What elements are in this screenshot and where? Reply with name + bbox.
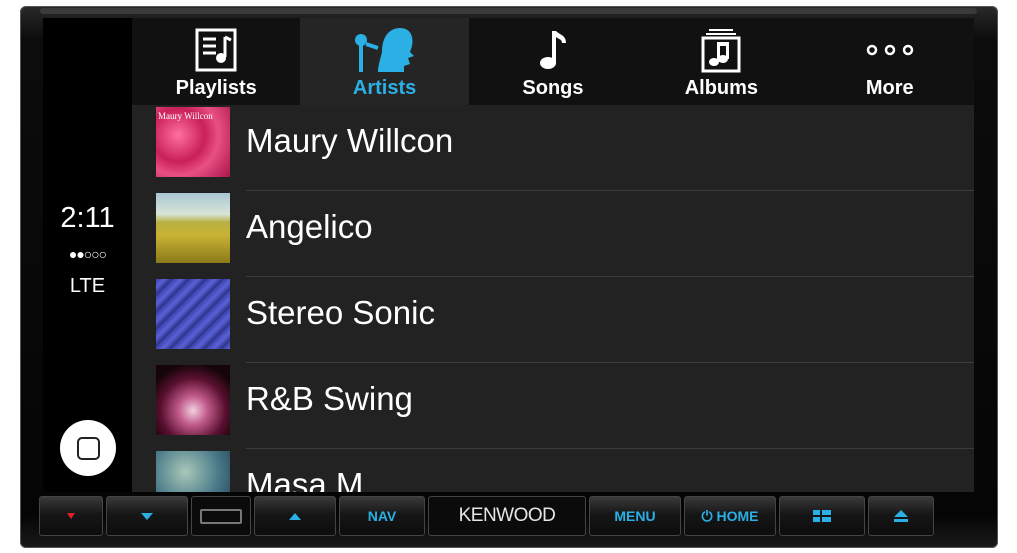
- album-art-caption: Maury Willcon: [158, 111, 213, 121]
- carplay-screen: 2:11 ●●○○○ LTE Playlists Artists Songs A…: [43, 18, 974, 492]
- artist-name: Stereo Sonic: [246, 294, 435, 331]
- tab-artists[interactable]: Artists: [300, 18, 469, 105]
- album-art: [156, 451, 230, 492]
- list-item[interactable]: Stereo Sonic: [132, 277, 974, 363]
- mute-button[interactable]: [39, 496, 103, 536]
- signal-strength: ●●○○○: [68, 246, 107, 262]
- volume-up-button[interactable]: [254, 496, 336, 536]
- eject-button[interactable]: [868, 496, 934, 536]
- home-icon: [76, 436, 100, 460]
- home-hw-button[interactable]: ⏻ HOME: [684, 496, 776, 536]
- mute-indicator-icon: [67, 513, 75, 519]
- music-note-icon: [469, 26, 637, 74]
- more-icon: [806, 26, 974, 74]
- tab-songs[interactable]: Songs: [469, 18, 637, 105]
- list-item[interactable]: Masa M: [132, 449, 974, 492]
- tab-label: Artists: [352, 77, 417, 99]
- playlist-icon: [132, 26, 300, 74]
- album-art: [156, 365, 230, 435]
- volume-down-button[interactable]: [106, 496, 188, 536]
- split-view-button[interactable]: [779, 496, 865, 536]
- artist-name: Angelico: [246, 208, 373, 245]
- tab-label: More: [865, 77, 914, 99]
- arrow-down-icon: [141, 512, 153, 520]
- menu-button[interactable]: MENU: [589, 496, 681, 536]
- home-button[interactable]: [60, 420, 116, 476]
- album-art: [156, 279, 230, 349]
- artist-name: Masa M: [246, 466, 364, 492]
- tab-bar: Playlists Artists Songs Albums More: [132, 18, 974, 105]
- hardware-button-bar: NAV KENWOOD MENU ⏻ HOME: [39, 496, 979, 536]
- album-icon: [637, 26, 805, 74]
- split-screen-icon: [813, 510, 831, 522]
- artist-list[interactable]: Maury Willcon Maury Willcon Angelico Ste…: [132, 105, 974, 492]
- status-sidebar: 2:11 ●●○○○ LTE: [43, 18, 132, 492]
- tab-label: Songs: [522, 77, 584, 99]
- nav-button[interactable]: NAV: [339, 496, 425, 536]
- bezel-top-trim: [40, 8, 977, 14]
- music-content: Playlists Artists Songs Albums More Maur…: [132, 18, 974, 492]
- slot-icon: [200, 508, 242, 524]
- tab-playlists[interactable]: Playlists: [132, 18, 300, 105]
- eject-icon: [894, 510, 908, 522]
- arrow-up-icon: [289, 512, 301, 520]
- tab-more[interactable]: More: [806, 18, 974, 105]
- artist-name: Maury Willcon: [246, 122, 454, 159]
- album-art: Maury Willcon: [156, 107, 230, 177]
- brand-logo: KENWOOD: [428, 496, 586, 536]
- clock: 2:11: [60, 202, 115, 234]
- tab-albums[interactable]: Albums: [637, 18, 805, 105]
- artist-icon: [300, 26, 468, 74]
- list-item[interactable]: Angelico: [132, 191, 974, 277]
- list-item[interactable]: Maury Willcon Maury Willcon: [132, 105, 974, 191]
- network-label: LTE: [69, 275, 106, 297]
- list-item[interactable]: R&B Swing: [132, 363, 974, 449]
- album-art: [156, 193, 230, 263]
- tab-label: Albums: [684, 77, 759, 99]
- disc-slot: [191, 496, 251, 536]
- tab-label: Playlists: [175, 77, 257, 99]
- artist-name: R&B Swing: [246, 380, 413, 417]
